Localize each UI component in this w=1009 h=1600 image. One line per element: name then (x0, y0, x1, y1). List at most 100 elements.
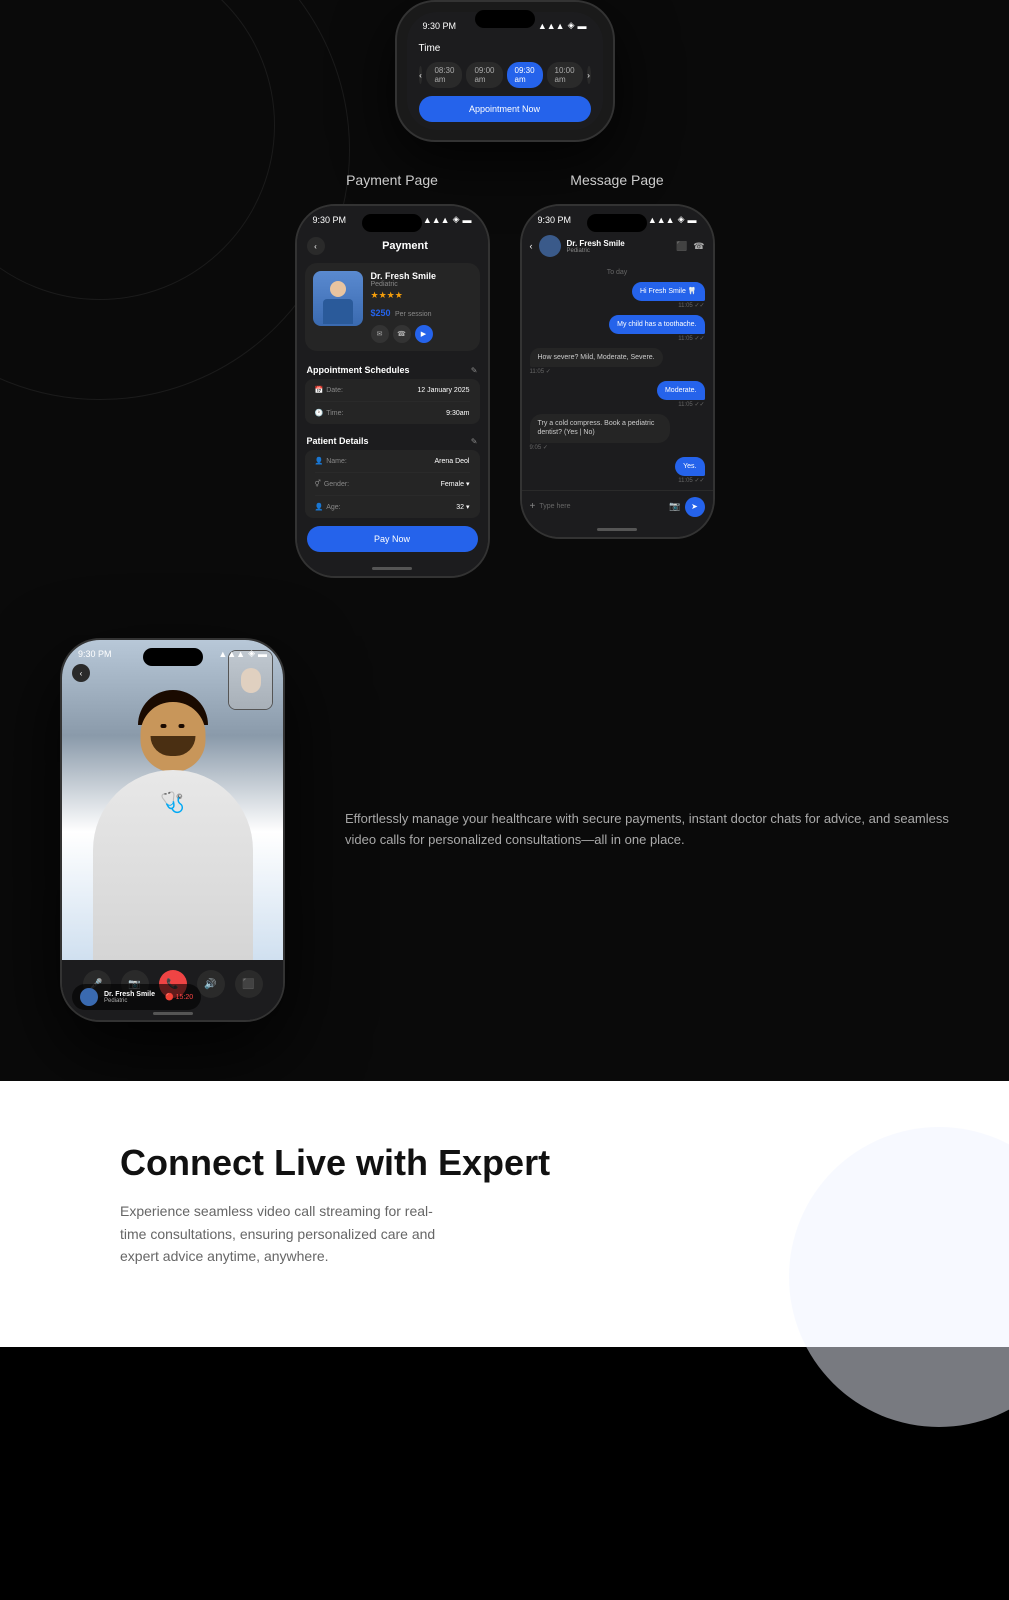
doctor-beard (150, 736, 195, 756)
message-bubble-4-wrapper: Moderate. 11:05 ✓✓ (530, 381, 705, 408)
payment-signal-icon: ▲▲▲ (423, 215, 450, 225)
payment-phone: 9:30 PM ▲▲▲ ◈ ▬ ‹ Payment (295, 204, 490, 578)
time-value: 9:30am (446, 410, 469, 417)
message-doctor-info: Dr. Fresh Smile Pediatric (567, 239, 671, 254)
bubble-time-5: 9:05 ✓ (530, 444, 548, 451)
age-value: 32 ▾ (456, 503, 469, 511)
home-indicator-bar (372, 567, 412, 570)
msg-home-bar (597, 528, 637, 531)
pay-now-button[interactable]: Pay Now (307, 526, 478, 552)
home-indicator (297, 560, 488, 576)
doctor-avatar (313, 271, 363, 326)
time-label-row: 🕐 Time: (315, 409, 344, 417)
payment-back-button[interactable]: ‹ (307, 237, 325, 255)
message-label: Message Page (520, 172, 715, 188)
payment-screen: 9:30 PM ▲▲▲ ◈ ▬ ‹ Payment (297, 206, 488, 576)
gender-icon: ⚥ (315, 480, 321, 488)
message-back-button[interactable]: ‹ (530, 241, 533, 251)
call-doctor-text: Dr. Fresh Smile Pediatric (104, 991, 155, 1004)
name-row: 👤 Name: Arena Deol (305, 454, 480, 468)
time-slot-3-active[interactable]: 09:30 am (507, 62, 543, 88)
eye-right (179, 724, 185, 728)
payment-wifi-icon: ◈ (453, 214, 460, 225)
gender-chevron-icon: ▾ (466, 480, 470, 488)
payment-notch (362, 214, 422, 232)
chat-plus-icon[interactable]: + (530, 501, 536, 512)
clock-icon: 🕐 (315, 409, 324, 417)
doctor-body (323, 299, 353, 324)
gender-label: ⚥ Gender: (315, 480, 350, 488)
phone-icon-btn[interactable]: ☎ (393, 325, 411, 343)
doctor-info: Dr. Fresh Smile Pediatric ★★★★ $250 Per … (371, 271, 472, 343)
time-nav-next[interactable]: › (587, 66, 591, 84)
payment-header: ‹ Payment (297, 229, 488, 263)
chat-camera-icon[interactable]: 📷 (669, 501, 680, 512)
message-phone-wrapper: Message Page 9:30 PM ▲▲▲ ◈ ▬ (520, 172, 715, 578)
call-doctor-name: Dr. Fresh Smile (104, 991, 155, 998)
doctor-eyes (140, 724, 205, 728)
message-bubble-5: Try a cold compress. Book a pediatric de… (530, 414, 670, 442)
white-section: Connect Live with Expert Experience seam… (0, 1081, 1009, 1347)
msg-battery-icon: ▬ (688, 215, 697, 225)
time-slot-4[interactable]: 10:00 am (547, 62, 583, 88)
bubble-time-4: 11:05 ✓✓ (678, 401, 704, 408)
video-call-phone: 9:30 PM ▲▲▲ ◈ ▬ ‹ (60, 638, 285, 1022)
message-notch (587, 214, 647, 232)
top-section: 9:30 PM ▲▲▲ ◈ ▬ Time ‹ 08:30 am 09:00 am (0, 0, 1009, 1082)
chat-send-button[interactable]: ➤ (685, 497, 705, 517)
name-label: 👤 Name: (315, 457, 347, 465)
message-bubble-1: Hi Fresh Smile 🦷 (632, 282, 705, 301)
payment-battery-icon: ▬ (463, 215, 472, 225)
doctor-per-session: Per session (395, 311, 432, 318)
payment-phone-wrapper: Payment Page 9:30 PM ▲▲▲ ◈ ▬ (295, 172, 490, 578)
time-slot-1[interactable]: 08:30 am (426, 62, 462, 88)
wifi-icon: ◈ (568, 20, 575, 31)
msg-home-indicator (522, 523, 713, 537)
video-back-button[interactable]: ‹ (72, 664, 90, 682)
more-options-button[interactable]: ⬛ (235, 970, 263, 998)
chat-area: To day Hi Fresh Smile 🦷 11:05 ✓✓ My chil… (522, 263, 713, 490)
message-bubble-3: How severe? Mild, Moderate, Severe. (530, 348, 663, 367)
time-slot-2[interactable]: 09:00 am (466, 62, 502, 88)
vid-wifi-icon: ◈ (248, 648, 255, 659)
payment-title: Payment (333, 240, 478, 252)
message-bubble-6-wrapper: Yes. 11:05 ✓✓ (530, 457, 705, 484)
chat-input[interactable]: Type here (539, 503, 665, 510)
two-phones-section: Payment Page 9:30 PM ▲▲▲ ◈ ▬ (0, 142, 1009, 598)
message-icon-btn[interactable]: ✉ (371, 325, 389, 343)
message-bubble-4: Moderate. (657, 381, 705, 400)
time-nav-prev[interactable]: ‹ (419, 66, 423, 84)
connect-description: Experience seamless video call streaming… (120, 1200, 440, 1267)
chat-input-row: + Type here 📷 ➤ (522, 490, 713, 523)
time-slots: ‹ 08:30 am 09:00 am 09:30 am 10:00 am › (419, 62, 591, 88)
doctor-figure (320, 281, 355, 326)
doctor-actions: ✉ ☎ ▶ (371, 325, 472, 343)
message-doctor-name: Dr. Fresh Smile (567, 239, 671, 248)
doctor-video-figure: 🩺 (73, 680, 273, 960)
video-notch (143, 648, 203, 666)
video-status-icons: ▲▲▲ ◈ ▬ (218, 648, 267, 659)
doctor-head (140, 702, 205, 772)
message-status-icons: ▲▲▲ ◈ ▬ (648, 214, 697, 225)
appointment-edit-icon[interactable]: ✎ (471, 366, 478, 375)
battery-icon: ▬ (578, 21, 587, 31)
age-row: 👤 Age: 32 ▾ (305, 500, 480, 514)
appointment-section-row: Appointment Schedules ✎ (297, 359, 488, 379)
video-icon-btn[interactable]: ▶ (415, 325, 433, 343)
phone-call-icon[interactable]: ☎ (693, 241, 704, 252)
video-call-icon[interactable]: ⬛ (676, 241, 687, 252)
date-value: 12 January 2025 (417, 387, 469, 394)
gender-value: Female ▾ (441, 480, 470, 488)
bubble-time-6: 11:05 ✓✓ (678, 477, 704, 484)
video-background: 🩺 (62, 640, 283, 960)
phone-notch (475, 10, 535, 28)
appointment-now-button[interactable]: Appointment Now (419, 96, 591, 122)
patient-section-row: Patient Details ✎ (297, 430, 488, 450)
info-divider-2 (315, 472, 470, 473)
call-doctor-specialty: Pediatric (104, 998, 155, 1004)
message-bubble-5-wrapper: Try a cold compress. Book a pediatric de… (530, 414, 705, 450)
video-section: 9:30 PM ▲▲▲ ◈ ▬ ‹ (0, 598, 1009, 1022)
video-home-bar (153, 1012, 193, 1015)
signal-icon: ▲▲▲ (538, 21, 565, 31)
patient-edit-icon[interactable]: ✎ (471, 437, 478, 446)
